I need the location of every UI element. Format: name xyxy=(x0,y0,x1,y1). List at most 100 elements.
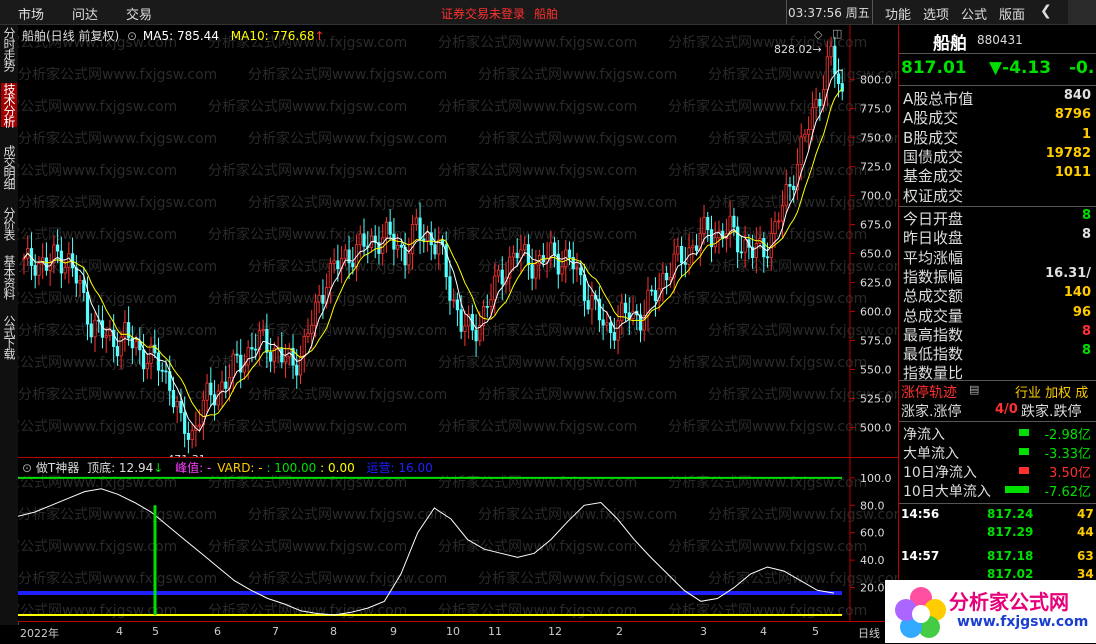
dropdown-icon[interactable]: ⊙ xyxy=(22,461,32,475)
ma10-label: MA10: 776.68 xyxy=(230,29,315,43)
candle-body xyxy=(205,382,209,401)
y-tick-label: 40.0 xyxy=(860,554,885,567)
flow-bar xyxy=(1019,448,1029,455)
candle-body xyxy=(706,217,710,230)
v100-value: : 100.00 xyxy=(266,461,317,475)
x-axis-label: 9 xyxy=(390,625,397,638)
watermark-text: 分析家公式网www.fxjgsw.com xyxy=(668,474,867,491)
watermark-text: 分析家公式网www.fxjgsw.com xyxy=(478,194,677,211)
x-axis-label: 3 xyxy=(700,625,707,638)
candle-body xyxy=(493,275,497,301)
window-icon[interactable]: ◫ xyxy=(832,27,842,40)
candle-body xyxy=(459,309,463,332)
watermark-text: 分析家公式网www.fxjgsw.com xyxy=(208,474,407,491)
watermark-text: 分析家公式网www.fxjgsw.com xyxy=(208,290,407,307)
window-control[interactable] xyxy=(1068,0,1096,24)
candle-body xyxy=(736,226,740,253)
chevron-left-icon[interactable]: ❮ xyxy=(1040,3,1052,19)
candle-body xyxy=(515,252,519,259)
candle-body xyxy=(680,246,684,264)
watermark-text: 分析家公式网www.fxjgsw.com xyxy=(18,130,217,147)
left-tab-1[interactable]: 技术分析 xyxy=(1,83,17,127)
candle-body xyxy=(190,430,194,440)
flow-bar xyxy=(1019,467,1029,474)
main-candlestick-chart[interactable]: 分析家公式网www.fxjgsw.com 分析家公式网www.fxjgsw.com… xyxy=(18,25,898,457)
y-tick-label: 625.0 xyxy=(860,277,892,290)
last-price: 817.01 xyxy=(901,58,967,78)
watermark-text: 分析家公式网www.fxjgsw.com xyxy=(478,570,677,587)
menu-trade[interactable]: 交易 xyxy=(126,4,152,23)
candle-body xyxy=(616,320,620,341)
candle-body xyxy=(306,333,310,337)
clock: 03:37:56 周五 xyxy=(788,6,870,20)
zt-title[interactable]: 涨停轨迹 xyxy=(901,382,957,402)
quote-row: 最低指数 8 xyxy=(901,343,1096,364)
left-tab-4[interactable]: 基本资料 xyxy=(1,255,17,299)
quote-value: 19782 xyxy=(1045,145,1091,161)
watermark-text: 分析家公式网www.fxjgsw.com xyxy=(208,226,407,243)
menu-function[interactable]: 功能 xyxy=(885,4,911,23)
candle-body xyxy=(250,347,254,350)
candle-body xyxy=(754,243,758,259)
candle-body xyxy=(44,257,49,271)
candle-body xyxy=(332,260,336,264)
watermark-text: 分析家公式网www.fxjgsw.com xyxy=(208,418,407,435)
left-tab-2[interactable]: 成交明细 xyxy=(1,145,17,189)
candle-body xyxy=(814,98,818,109)
candle-body xyxy=(407,252,411,266)
flow-label: 10日净流入 xyxy=(903,465,977,481)
flow-bar xyxy=(1005,486,1029,493)
y-tick-label: 650.0 xyxy=(860,248,892,261)
left-tab-5[interactable]: 公式下载 xyxy=(1,315,17,359)
watermark-text: 分析家公式网www.fxjgsw.com xyxy=(668,98,867,115)
quote-label: 基金成交 xyxy=(903,167,964,186)
candle-body xyxy=(268,351,273,362)
left-tab-0[interactable]: 分时走势 xyxy=(1,27,17,71)
candle-body xyxy=(418,217,422,240)
zt-right: 跌家.跌停 xyxy=(1021,404,1082,420)
quote-value: 140 xyxy=(1063,285,1091,301)
candle-body xyxy=(582,274,587,301)
quote-row: 昨日收盘 8 xyxy=(901,227,1096,248)
candle-body xyxy=(362,233,366,247)
quote-row: A股总市值 840 xyxy=(901,88,1096,108)
candle-body xyxy=(302,336,306,357)
sub-oscillator-chart[interactable]: 分析家公式网www.fxjgsw.com 分析家公式网www.fxjgsw.com… xyxy=(18,457,898,621)
candle-body xyxy=(425,232,430,242)
watermark-text: 分析家公式网www.fxjgsw.com xyxy=(248,130,447,147)
indicator-name: 做T神器 xyxy=(35,461,80,475)
y-tick-label: 20.0 xyxy=(860,582,885,595)
candle-body xyxy=(511,252,516,258)
candle-body xyxy=(343,249,347,259)
watermark-text: 分析家公式网www.fxjgsw.com xyxy=(248,66,447,83)
calendar-icon[interactable]: ▤ xyxy=(969,383,979,396)
watermark-text: 分析家公式网www.fxjgsw.com xyxy=(248,194,447,211)
x-axis-label: 8 xyxy=(330,625,337,638)
menu-market[interactable]: 市场 xyxy=(18,4,44,23)
tick-price: 817.24 xyxy=(987,507,1034,521)
menu-wenda[interactable]: 问达 xyxy=(72,4,98,23)
candle-body xyxy=(414,217,418,225)
menu-formula[interactable]: 公式 xyxy=(961,4,987,23)
menu-layout[interactable]: 版面 xyxy=(999,4,1025,23)
left-tab-3[interactable]: 分价表 xyxy=(1,207,17,240)
menu-options[interactable]: 选项 xyxy=(923,4,949,23)
candle-body xyxy=(668,277,672,281)
login-warning[interactable]: 证券交易未登录 xyxy=(441,5,525,22)
zt-tabs[interactable]: 行业 加权 成 xyxy=(1015,382,1088,401)
candle-body xyxy=(489,299,493,307)
candle-body xyxy=(683,262,687,265)
candle-body xyxy=(829,45,833,58)
y-tick-label: 60.0 xyxy=(860,527,885,540)
quote-row: B股成交 1 xyxy=(901,127,1096,147)
candle-body xyxy=(609,322,613,333)
candle-body xyxy=(235,353,239,356)
quote-label: 平均涨幅 xyxy=(903,248,964,267)
y-tick-label: 725.0 xyxy=(860,161,892,174)
diamond-icon[interactable]: ◇ xyxy=(814,28,822,41)
dropdown-icon[interactable]: ⊙ xyxy=(127,29,137,43)
quote-label: 最低指数 xyxy=(903,345,964,364)
watermark-text: 分析家公式网www.fxjgsw.com xyxy=(478,506,677,523)
quote-label: 昨日收盘 xyxy=(903,229,964,248)
price-change-pct: -0. xyxy=(1069,58,1095,78)
